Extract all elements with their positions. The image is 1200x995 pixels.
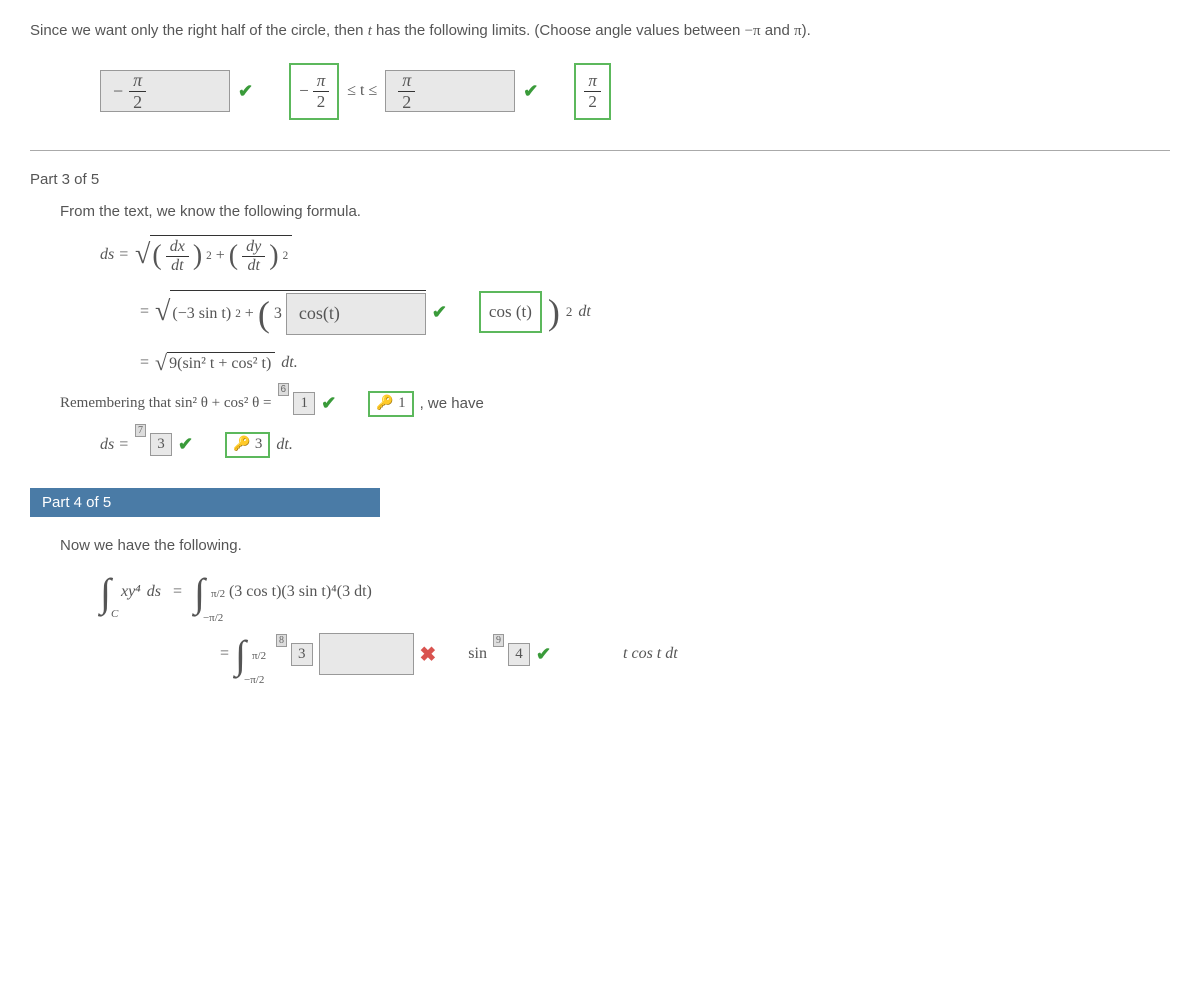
part4-intro: Now we have the following. [60, 537, 1170, 554]
int-lower: −π/2 [203, 612, 223, 624]
we-have: , we have [420, 395, 484, 412]
answer-value: 1 [398, 395, 406, 411]
tail-text: t cos t dt [623, 645, 678, 663]
frac-num: π [129, 70, 146, 92]
dt-final: dt. [276, 436, 292, 454]
int-sub-c: C [111, 608, 118, 620]
dx: dx [166, 238, 189, 257]
exponent: 2 [283, 250, 289, 262]
intro-text-2: has the following limits. (Choose angle … [372, 22, 745, 39]
xy4: xy⁴ [121, 583, 141, 601]
intro-text-3: ). [802, 22, 811, 39]
int-upper: π/2 [252, 650, 266, 662]
check-icon: ✔ [238, 81, 253, 102]
plus: + [216, 247, 225, 265]
paren: ) [193, 240, 202, 272]
exponent: 2 [235, 308, 241, 320]
paren: ) [269, 240, 278, 272]
sqrt-icon: √ [155, 296, 170, 328]
intro-text: Since we want only the right half of the… [30, 22, 368, 39]
sin-power-input[interactable]: 4 [508, 643, 530, 666]
identity-input[interactable]: 1 [293, 392, 315, 415]
ds-coeff-answer: 3 [225, 432, 270, 458]
part-4-header: Part 4 of 5 [30, 488, 380, 517]
remember-text: Remembering that sin² θ + cos² θ = [60, 395, 272, 412]
check-icon: ✔ [536, 644, 551, 665]
dt: dt [242, 257, 265, 275]
integral-icon: ∫ [100, 569, 111, 616]
equals: = [173, 583, 182, 601]
upper-limit-input[interactable]: π2 [385, 70, 515, 112]
ds-equals: ds = [100, 436, 129, 454]
sqrt-icon: √ [155, 350, 167, 376]
integral-icon: ∫ [235, 631, 246, 678]
upper-limit-answer: π2 [574, 63, 611, 120]
check-icon: ✔ [321, 393, 336, 414]
exponent: 2 [206, 250, 212, 262]
equals: = [140, 303, 149, 321]
neg-pi: −π [745, 23, 761, 39]
dt: dt [166, 257, 189, 275]
plus: + [245, 305, 254, 323]
paren: ( [229, 240, 238, 272]
paren: ( [152, 240, 161, 272]
check-icon: ✔ [178, 434, 193, 455]
frac-den: 2 [584, 92, 601, 112]
key-icon [376, 395, 394, 413]
field-badge-6: 6 [278, 383, 290, 396]
equals: = [140, 354, 149, 372]
frac-den: 2 [129, 92, 146, 113]
lower-limit-input[interactable]: − π2 [100, 70, 230, 112]
frac-den: 2 [313, 92, 330, 112]
identity-answer: 1 [368, 391, 413, 417]
lower-limit-answer: − π2 [289, 63, 339, 120]
int-upper: π/2 [211, 588, 225, 600]
divider [30, 150, 1170, 151]
ds-coeff-input[interactable]: 3 [150, 433, 172, 456]
cost-answer: cos (t) [479, 291, 542, 333]
field-badge-8: 8 [276, 634, 287, 647]
frac-num: π [313, 71, 330, 92]
field-badge-7: 7 [135, 424, 146, 437]
ds-equals: ds = [100, 246, 129, 264]
dt-period: dt. [281, 354, 297, 372]
integrand1: (3 cos t)(3 sin t)⁴(3 dt) [229, 583, 372, 601]
sin-text: sin [468, 645, 487, 663]
leq-t-leq: ≤ t ≤ [347, 82, 377, 100]
field-badge-9: 9 [493, 634, 504, 647]
pi: π [794, 23, 802, 39]
integral-icon: ∫ [194, 569, 205, 616]
dt: dt [578, 303, 590, 321]
int-lower: −π/2 [244, 674, 264, 686]
nine-expr: 9(sin² t + cos² t) [169, 355, 271, 373]
frac-num: π [584, 71, 601, 92]
answer-value: 3 [255, 436, 263, 452]
and-text: and [761, 22, 794, 39]
key-icon [233, 436, 251, 454]
ds: ds [147, 583, 161, 601]
paren: ) [548, 291, 560, 333]
part3-intro: From the text, we know the following for… [60, 203, 1170, 220]
part-3-label: Part 3 of 5 [30, 171, 1170, 188]
paren: ( [258, 293, 270, 335]
neg3sint: (−3 sin t) [172, 305, 231, 323]
check-icon: ✔ [523, 81, 538, 102]
exponent-input[interactable] [319, 633, 414, 675]
equals: = [220, 645, 229, 663]
coeff-input[interactable]: 3 [291, 643, 313, 666]
exponent: 2 [566, 304, 573, 320]
frac-den: 2 [398, 92, 415, 113]
check-icon: ✔ [432, 302, 447, 323]
sqrt-icon: √ [135, 239, 150, 271]
three: 3 [274, 305, 282, 323]
x-icon: ✖ [420, 642, 437, 667]
cost-input[interactable]: cos(t) [286, 293, 426, 335]
dy: dy [242, 238, 265, 257]
frac-num: π [398, 70, 415, 92]
